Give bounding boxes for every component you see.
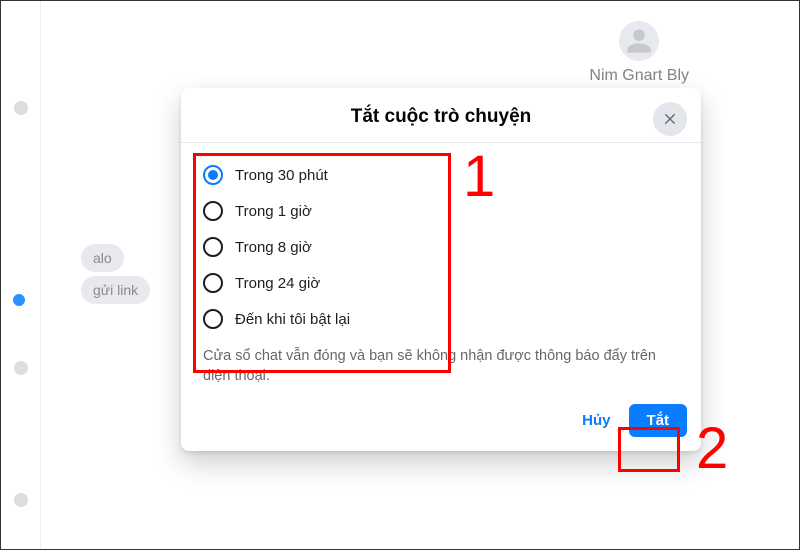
radio-option[interactable]: Đến khi tôi bật lại	[199, 301, 683, 337]
radio-label: Trong 1 giờ	[235, 203, 312, 220]
mute-dialog: Tắt cuộc trò chuyện Trong 30 phút Trong 1…	[181, 88, 701, 451]
close-icon	[662, 110, 678, 129]
close-button[interactable]	[653, 102, 687, 136]
radio-icon	[203, 201, 223, 221]
radio-icon	[203, 273, 223, 293]
radio-label: Đến khi tôi bật lại	[235, 311, 350, 328]
modal-footer: Hủy Tắt	[181, 398, 701, 451]
radio-option[interactable]: Trong 8 giờ	[199, 229, 683, 265]
radio-label: Trong 8 giờ	[235, 239, 312, 256]
radio-option[interactable]: Trong 30 phút	[199, 157, 683, 193]
radio-icon	[203, 237, 223, 257]
confirm-button[interactable]: Tắt	[629, 404, 688, 437]
radio-icon	[203, 309, 223, 329]
radio-label: Trong 24 giờ	[235, 275, 320, 292]
modal-overlay: Tắt cuộc trò chuyện Trong 30 phút Trong 1…	[1, 1, 799, 549]
radio-label: Trong 30 phút	[235, 167, 328, 184]
radio-icon	[203, 165, 223, 185]
modal-body: Trong 30 phút Trong 1 giờ Trong 8 giờ Trong…	[181, 143, 701, 398]
modal-title: Tắt cuộc trò chuyện	[197, 106, 685, 128]
radio-option[interactable]: Trong 24 giờ	[199, 265, 683, 301]
modal-header: Tắt cuộc trò chuyện	[181, 88, 701, 143]
duration-radio-group: Trong 30 phút Trong 1 giờ Trong 8 giờ Trong…	[199, 157, 683, 337]
cancel-button[interactable]: Hủy	[568, 404, 624, 437]
helper-text: Cửa sổ chat vẫn đóng và bạn sẽ không nhậ…	[199, 337, 683, 392]
radio-option[interactable]: Trong 1 giờ	[199, 193, 683, 229]
